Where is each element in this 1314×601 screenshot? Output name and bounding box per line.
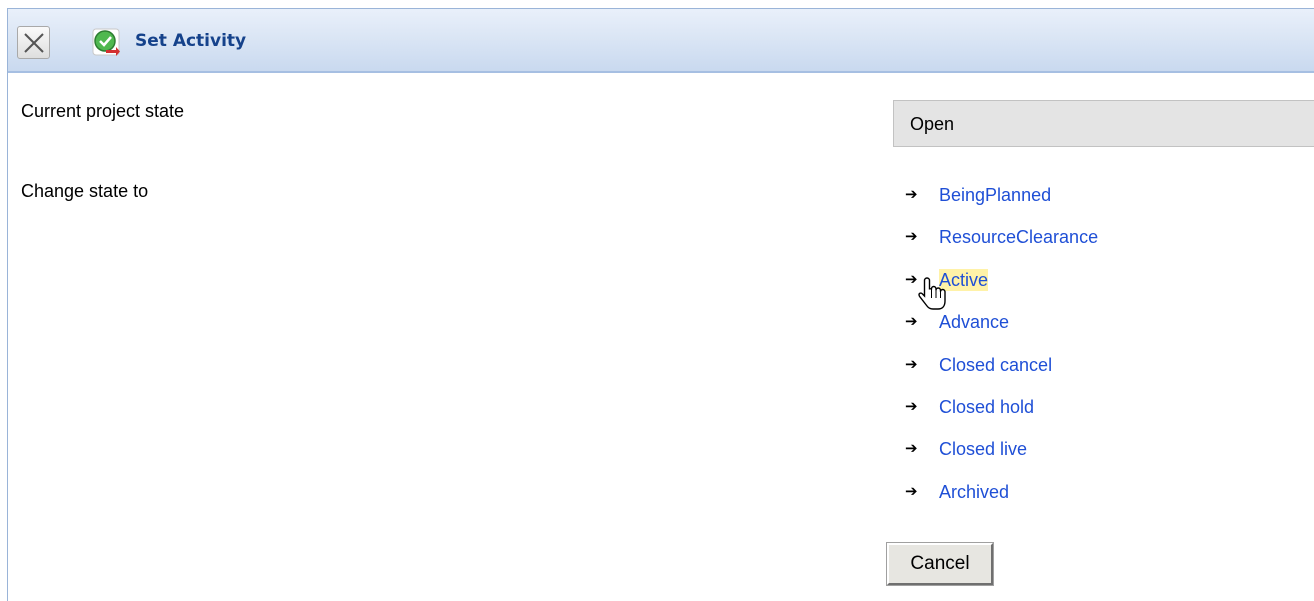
cancel-button[interactable]: Cancel xyxy=(886,542,994,586)
arrow-right-icon: ➔ xyxy=(905,397,918,415)
state-option: ➔ Advance xyxy=(903,311,1098,353)
state-option: ➔ BeingPlanned xyxy=(903,184,1098,226)
arrow-right-icon: ➔ xyxy=(905,355,918,373)
state-options-list: ➔ BeingPlanned ➔ ResourceClearance ➔ Active ➔ A… xyxy=(903,184,1098,523)
arrow-right-icon: ➔ xyxy=(905,482,918,500)
arrow-right-icon: ➔ xyxy=(905,186,918,203)
state-link-closed-hold[interactable]: Closed hold xyxy=(939,396,1034,418)
state-link-archived[interactable]: Archived xyxy=(939,481,1009,503)
state-link-advance[interactable]: Advance xyxy=(939,311,1009,333)
state-option: ➔ ResourceClearance xyxy=(903,226,1098,268)
window-title: Set Activity xyxy=(135,31,247,51)
set-activity-window: Set Activity Current project state Open … xyxy=(7,8,1314,601)
state-link-closed-live[interactable]: Closed live xyxy=(939,438,1027,460)
state-option: ➔ Closed cancel xyxy=(903,354,1098,396)
current-state-field: Open xyxy=(893,100,1314,147)
arrow-right-icon: ➔ xyxy=(905,270,918,288)
state-option: ➔ Archived xyxy=(903,481,1098,523)
arrow-right-icon: ➔ xyxy=(905,313,918,331)
change-state-label: Change state to xyxy=(21,181,149,201)
state-link-active[interactable]: Active xyxy=(939,268,989,291)
window-titlebar: Set Activity xyxy=(8,9,1314,73)
state-link-closed-cancel[interactable]: Closed cancel xyxy=(939,354,1052,376)
state-link-resourceclearance[interactable]: ResourceClearance xyxy=(939,226,1098,248)
close-icon xyxy=(24,33,44,53)
current-state-label: Current project state xyxy=(21,101,185,121)
state-link-beingplanned[interactable]: BeingPlanned xyxy=(939,184,1051,206)
state-option: ➔ Closed live xyxy=(903,438,1098,480)
set-activity-icon xyxy=(92,28,120,56)
close-button[interactable] xyxy=(17,26,50,59)
arrow-right-icon: ➔ xyxy=(905,228,918,246)
state-option: ➔ Active xyxy=(903,268,1098,311)
arrow-right-icon: ➔ xyxy=(905,440,918,458)
state-option: ➔ Closed hold xyxy=(903,396,1098,438)
